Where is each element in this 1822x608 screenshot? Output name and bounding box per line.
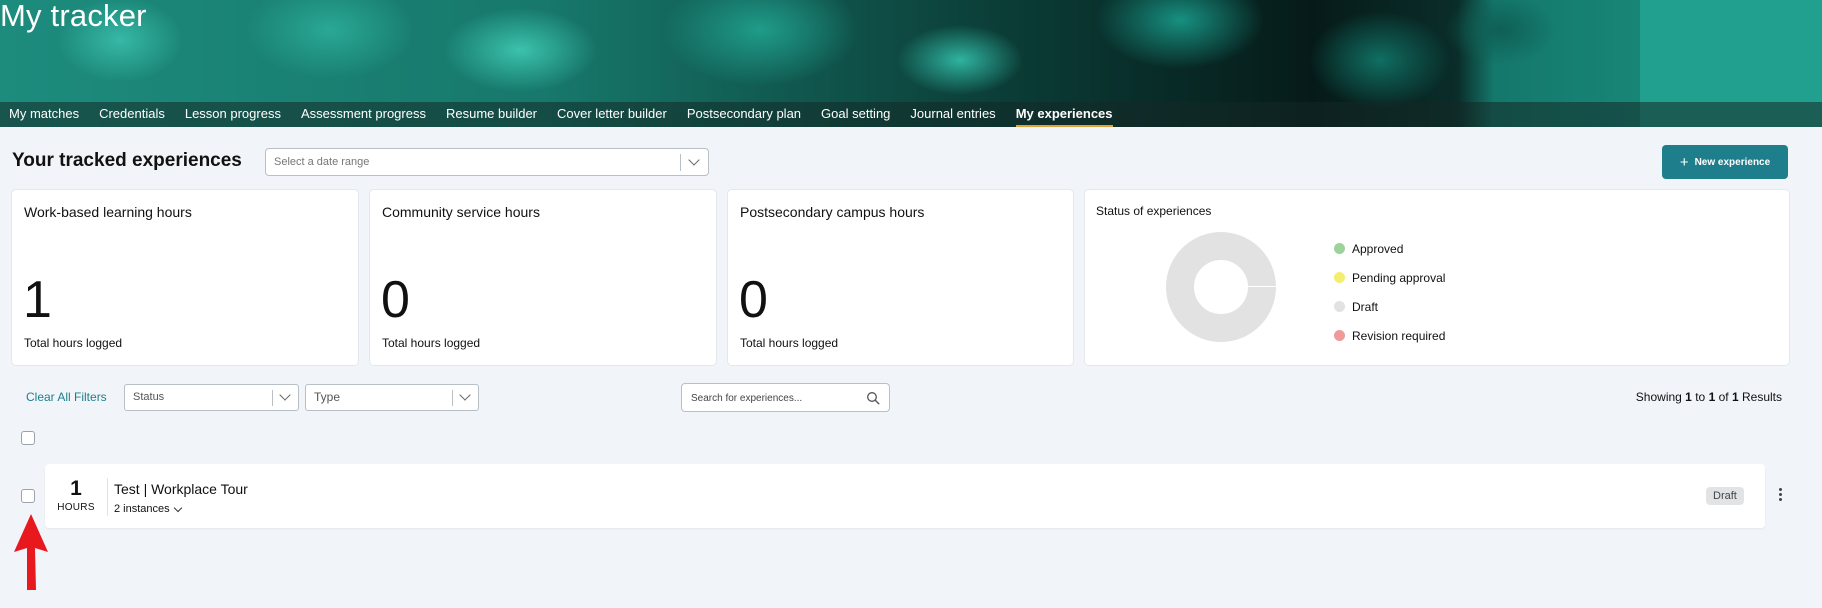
stat-card-community-service: Community service hours 0 Total hours lo… — [370, 190, 716, 365]
new-experience-label: New experience — [1694, 156, 1771, 168]
select-divider — [272, 390, 273, 406]
select-all-checkbox[interactable] — [21, 431, 35, 445]
page-heading: My tracker — [0, 0, 147, 33]
search-input[interactable] — [691, 390, 861, 406]
tab-goal-setting[interactable]: Goal setting — [821, 102, 890, 127]
results-from: 1 — [1685, 390, 1692, 404]
row-checkbox[interactable] — [21, 489, 35, 503]
legend-dot — [1334, 272, 1345, 283]
status-filter-select[interactable]: Status — [124, 384, 299, 411]
type-filter-placeholder: Type — [314, 390, 341, 404]
tab-journal-entries[interactable]: Journal entries — [910, 102, 995, 127]
legend-item-approved: Approved — [1334, 234, 1445, 263]
tab-cover-letter-builder[interactable]: Cover letter builder — [557, 102, 667, 127]
status-card-title: Status of experiences — [1096, 204, 1212, 218]
stat-card-work-based: Work-based learning hours 1 Total hours … — [12, 190, 358, 365]
section-title: Your tracked experiences — [12, 150, 242, 171]
chevron-down-icon — [688, 154, 700, 166]
tab-my-matches[interactable]: My matches — [9, 102, 79, 127]
select-divider — [452, 390, 453, 406]
experience-title: Test | Workplace Tour — [114, 481, 248, 497]
date-range-select[interactable]: Select a date range — [265, 148, 709, 176]
status-badge: Draft — [1706, 487, 1744, 505]
legend-label: Pending approval — [1352, 270, 1446, 285]
tab-lesson-progress[interactable]: Lesson progress — [185, 102, 281, 127]
stat-title: Postsecondary campus hours — [740, 204, 925, 220]
chevron-down-icon — [459, 389, 471, 401]
hours-box: 1 HOURS — [45, 478, 108, 516]
legend-dot — [1334, 243, 1345, 254]
results-suffix: Results — [1741, 390, 1782, 404]
legend-label: Draft — [1352, 299, 1379, 314]
results-total: 1 — [1731, 390, 1739, 404]
date-range-placeholder: Select a date range — [274, 156, 370, 168]
status-legend: Approved Pending approval Draft Revision… — [1334, 234, 1445, 350]
tracker-tab-bar: My matches Credentials Lesson progress A… — [0, 102, 1822, 127]
tab-assessment-progress[interactable]: Assessment progress — [301, 102, 426, 127]
instances-label: 2 instances — [114, 503, 170, 515]
more-options-icon[interactable] — [1777, 488, 1783, 504]
new-experience-button[interactable]: + New experience — [1662, 145, 1788, 179]
stat-subtitle: Total hours logged — [382, 336, 481, 350]
legend-label: Approved — [1352, 241, 1404, 256]
stat-subtitle: Total hours logged — [740, 336, 839, 350]
status-filter-placeholder: Status — [133, 391, 165, 403]
instances-toggle[interactable]: 2 instances — [114, 503, 182, 515]
chevron-down-icon — [279, 389, 291, 401]
legend-dot — [1334, 301, 1345, 312]
experience-row[interactable]: 1 HOURS Test | Workplace Tour 2 instance… — [45, 464, 1765, 528]
results-to: 1 — [1708, 390, 1716, 404]
stat-card-postsecondary-campus: Postsecondary campus hours 0 Total hours… — [728, 190, 1073, 365]
results-count: Showing 1 to 1 of 1 Results — [1636, 390, 1782, 404]
legend-item-revision-required: Revision required — [1334, 321, 1445, 350]
results-to-word: to — [1695, 390, 1706, 404]
results-of-word: of — [1718, 390, 1729, 404]
stat-value: 1 — [23, 271, 52, 329]
hours-label: HOURS — [57, 502, 95, 513]
stat-value: 0 — [739, 271, 768, 329]
results-prefix: Showing — [1635, 390, 1682, 404]
legend-label: Revision required — [1352, 328, 1446, 343]
status-donut-chart — [1166, 232, 1276, 342]
stat-title: Work-based learning hours — [24, 204, 192, 220]
tab-postsecondary-plan[interactable]: Postsecondary plan — [687, 102, 801, 127]
tab-my-experiences[interactable]: My experiences — [1015, 102, 1113, 127]
legend-item-draft: Draft — [1334, 292, 1445, 321]
select-divider — [680, 154, 681, 171]
search-icon[interactable] — [866, 391, 880, 405]
annotation-arrow-icon — [14, 514, 48, 590]
legend-item-pending-approval: Pending approval — [1334, 263, 1445, 292]
tab-credentials[interactable]: Credentials — [99, 102, 165, 127]
type-filter-select[interactable]: Type — [305, 384, 479, 411]
tab-resume-builder[interactable]: Resume builder — [446, 102, 537, 127]
status-of-experiences-card: Status of experiences Approved Pending a… — [1085, 190, 1789, 365]
hero-banner: My tracker My matches Credentials Lesson… — [0, 0, 1822, 127]
clear-all-filters-link[interactable]: Clear All Filters — [26, 390, 107, 404]
chevron-down-icon — [173, 503, 182, 512]
stat-title: Community service hours — [382, 204, 540, 220]
plus-icon: + — [1679, 153, 1689, 171]
stat-value: 0 — [381, 271, 410, 329]
stat-subtitle: Total hours logged — [24, 336, 123, 350]
legend-dot — [1334, 330, 1345, 341]
experience-search — [681, 383, 890, 412]
hours-value: 1 — [70, 477, 82, 500]
